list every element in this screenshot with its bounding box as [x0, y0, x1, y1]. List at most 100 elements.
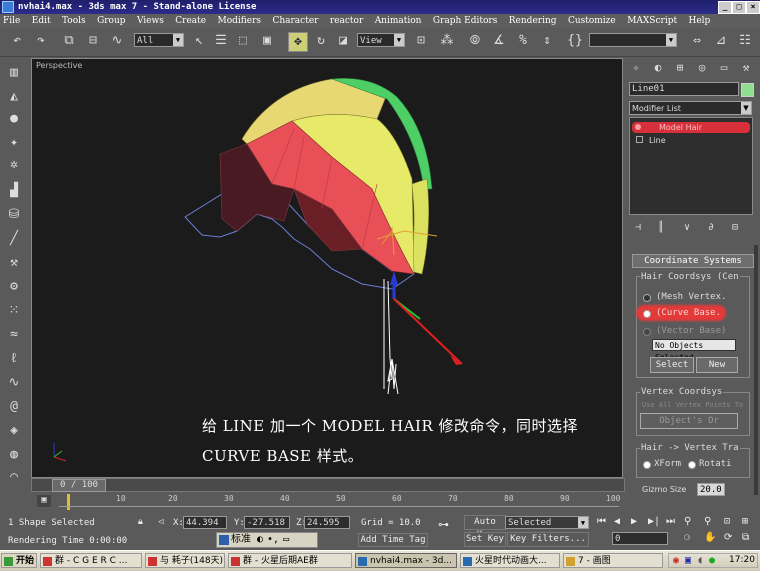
select-manipulate-icon[interactable]: ⁂ [438, 32, 456, 50]
object-color-swatch[interactable] [741, 83, 754, 97]
pivot-center-icon[interactable]: ⊡ [412, 32, 430, 50]
named-selection-dropdown[interactable]: ▼ [589, 33, 677, 47]
menu-reactor[interactable]: reactor [330, 16, 363, 26]
tray-im-icon[interactable]: ● [709, 555, 715, 566]
bones-icon[interactable]: ▥ [5, 64, 23, 82]
go-to-end-icon[interactable]: ⏭ [666, 516, 675, 527]
layer-manager-icon[interactable]: ☷ [736, 32, 754, 50]
selection-region-icon[interactable]: ⬚ [234, 32, 252, 50]
radio-curve-base[interactable] [643, 310, 651, 318]
modifier-stack[interactable]: Model Hair Line [629, 117, 753, 215]
task-huoxing-anim[interactable]: 火星时代动画大... [460, 553, 560, 568]
coordinate-systems-rollout[interactable]: Coordinate Systems [632, 254, 754, 268]
tray-volume-icon[interactable]: ◖ [697, 555, 703, 566]
time-slider-thumb[interactable]: 0 / 100 [52, 479, 106, 492]
time-config-icon[interactable]: ⚆ [684, 532, 690, 543]
current-frame-spinner[interactable]: 0 [612, 532, 668, 545]
rotate-icon[interactable]: ↻ [312, 32, 330, 50]
undo-icon[interactable]: ↶ [8, 32, 26, 50]
create-tab-icon[interactable]: ✧ [629, 61, 643, 75]
object-icon[interactable]: ◍ [5, 446, 23, 464]
gear-icon[interactable]: ⚙ [5, 278, 23, 296]
menu-help[interactable]: Help [689, 16, 711, 26]
motion-tab-icon[interactable]: ◎ [695, 61, 709, 75]
menu-maxscript[interactable]: MAXScript [627, 16, 677, 26]
maximize-viewport-icon[interactable]: ⧉ [742, 532, 749, 543]
spinner-snap-icon[interactable]: ⇕ [538, 32, 556, 50]
go-to-start-icon[interactable]: ⏮ [597, 516, 606, 527]
radio-vector-base[interactable] [643, 328, 651, 336]
absolute-mode-icon[interactable]: ◁ [158, 517, 163, 527]
key-mode-icon[interactable]: ▣ [37, 495, 51, 507]
pan-icon[interactable]: ✋ [704, 532, 716, 543]
zoom-extents-all-icon[interactable]: ⊞ [742, 516, 748, 527]
menu-customize[interactable]: Customize [568, 16, 616, 26]
wrench-icon[interactable]: ⚒ [5, 254, 23, 272]
angle-snap-icon[interactable]: ∡ [490, 32, 508, 50]
scale-icon[interactable]: ◪ [334, 32, 352, 50]
move-icon[interactable]: ✥ [288, 32, 308, 52]
selection-filter-dropdown[interactable]: All ▼ [134, 33, 184, 47]
wind-icon[interactable]: ≈ [5, 326, 23, 344]
show-end-result-icon[interactable]: ║ [658, 222, 664, 233]
menu-animation[interactable]: Animation [375, 16, 422, 26]
menu-edit[interactable]: Edit [32, 16, 51, 26]
remove-modifier-icon[interactable]: ∂ [708, 222, 714, 233]
radio-mesh-vertex[interactable] [643, 294, 651, 302]
wave-icon[interactable]: ∿ [5, 374, 23, 392]
sphere-icon[interactable]: ● [5, 110, 23, 128]
object-name-field[interactable]: Line01 [629, 82, 739, 96]
menu-graph-editors[interactable]: Graph Editors [433, 16, 497, 26]
task-haozi[interactable]: 与 耗子(148天) [145, 553, 225, 568]
new-button[interactable]: New [696, 357, 738, 373]
lock-selection-icon[interactable]: 🔒︎ [138, 517, 143, 527]
expand-icon[interactable] [636, 136, 643, 143]
script-icon[interactable]: ◈ [5, 422, 23, 440]
task-3dsmax[interactable]: nvhai4.max - 3d... [355, 553, 457, 568]
bone-icon[interactable]: ╱ [5, 230, 23, 248]
panel-scrollbar[interactable] [754, 245, 758, 495]
close-button[interactable]: × [746, 1, 760, 14]
object-or-button[interactable]: Object's Or [640, 413, 738, 429]
add-time-tag-button[interactable]: Add Time Tag [358, 533, 428, 547]
start-button[interactable]: 开始 [1, 553, 37, 568]
reference-coordinate-dropdown[interactable]: View ▼ [357, 33, 405, 47]
mirror-icon[interactable]: ⇔ [688, 32, 706, 50]
tray-network-icon[interactable]: ▣ [685, 555, 691, 566]
set-key-button[interactable]: Set Key [464, 532, 506, 547]
menu-modifiers[interactable]: Modifiers [218, 16, 262, 26]
menu-character[interactable]: Character [272, 16, 318, 26]
y-coordinate-field[interactable]: -27.518 [244, 516, 290, 529]
cylinder-icon[interactable]: ⛁ [5, 206, 23, 224]
key-selection-dropdown[interactable]: Selected ▼ [505, 516, 589, 529]
menu-create[interactable]: Create [175, 16, 206, 26]
minimize-button[interactable]: _ [718, 1, 732, 14]
select-object-icon[interactable]: ↖ [190, 32, 208, 50]
bind-space-warp-icon[interactable]: ∿ [108, 32, 126, 50]
task-cgerc[interactable]: 群 - C G E R C ... [40, 553, 142, 568]
menu-group[interactable]: Group [97, 16, 125, 26]
percent-snap-icon[interactable]: % [514, 32, 532, 50]
modifier-list-dropdown[interactable]: Modifier List ▼ [629, 101, 752, 115]
perspective-viewport[interactable]: Perspective 给 LINE 加一个 MODEL HAIR 修改命令，同… [31, 58, 623, 478]
stack-item-model-hair[interactable]: Model Hair [632, 122, 750, 133]
bend-icon[interactable]: ⌒ [5, 468, 23, 486]
mesh-icon[interactable]: ◭ [5, 88, 23, 106]
track-bar[interactable]: ▣ 10 20 30 40 50 60 70 80 90 100 [31, 492, 623, 514]
box-icon[interactable]: ▟ [5, 182, 23, 200]
ime-bar[interactable]: 标准 ◐ •, ▭ [216, 532, 318, 548]
make-unique-icon[interactable]: ∨ [684, 222, 690, 233]
zoom-icon[interactable]: ⚲ [684, 516, 691, 527]
radio-rotati[interactable] [688, 461, 696, 469]
play-icon[interactable]: ▶ [631, 516, 637, 527]
configure-sets-icon[interactable]: ⊟ [732, 222, 738, 233]
stack-item-line[interactable]: Line [632, 135, 750, 146]
zoom-extents-icon[interactable]: ⊡ [724, 516, 730, 527]
camera-icon[interactable]: ✲ [5, 156, 23, 174]
snap-toggle-icon[interactable]: ⦾ [466, 32, 484, 50]
hierarchy-tab-icon[interactable]: ⊞ [673, 61, 687, 75]
task-paint[interactable]: 7 - 画图 [563, 553, 663, 568]
pin-stack-icon[interactable]: ⊣ [635, 222, 641, 233]
particle-icon[interactable]: ⁙ [5, 302, 23, 320]
x-coordinate-field[interactable]: 44.394 [183, 516, 227, 529]
